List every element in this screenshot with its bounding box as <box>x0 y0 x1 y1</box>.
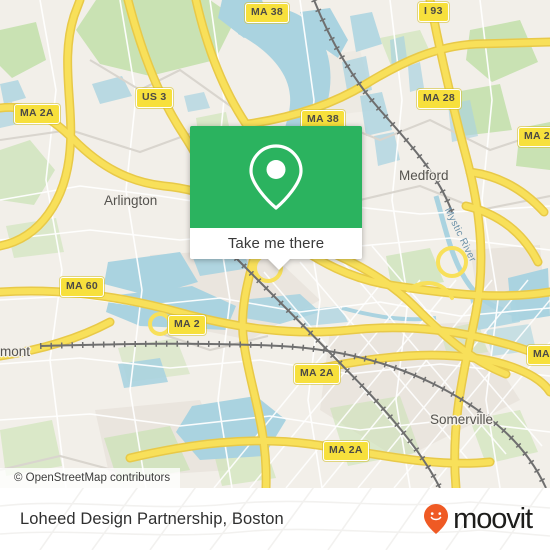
place-callout-card[interactable]: Take me there <box>190 126 362 270</box>
highway-shield: MA 2 <box>168 315 206 335</box>
highway-shield: MA 28 <box>518 127 550 147</box>
moovit-place-card-screenshot: Arlington Medford Somerville mont Mystic… <box>0 0 550 550</box>
map-attribution[interactable]: © OpenStreetMap contributors <box>0 468 181 488</box>
map-pin-icon <box>249 144 303 210</box>
map-attribution-text: © OpenStreetMap contributors <box>14 472 171 484</box>
highway-shield: I 93 <box>418 2 449 22</box>
moovit-wordmark: moovit <box>453 502 533 535</box>
highway-shield: MA 28 <box>417 89 462 109</box>
take-me-there-label: Take me there <box>227 235 325 252</box>
page-title: Loheed Design Partnership, Boston <box>20 509 284 528</box>
callout-pointer-tail <box>268 259 290 270</box>
highway-shield: MA 38 <box>245 3 290 23</box>
take-me-there-button[interactable]: Take me there <box>190 228 362 259</box>
callout-icon-area <box>190 126 362 228</box>
highway-shield: MA 60 <box>60 277 105 297</box>
moovit-smiley-pin-icon <box>424 504 449 534</box>
highway-shield: MA 2A <box>14 104 60 124</box>
highway-shield: MA 2A <box>323 441 369 461</box>
highway-shield: MA <box>527 345 550 365</box>
highway-shield: MA 2A <box>294 364 340 384</box>
map-canvas[interactable]: Arlington Medford Somerville mont Mystic… <box>0 0 550 488</box>
moovit-brand-logo[interactable]: moovit <box>423 502 533 535</box>
footer-bar: Loheed Design Partnership, Boston moovit <box>0 488 550 550</box>
highway-shield: US 3 <box>136 88 173 108</box>
